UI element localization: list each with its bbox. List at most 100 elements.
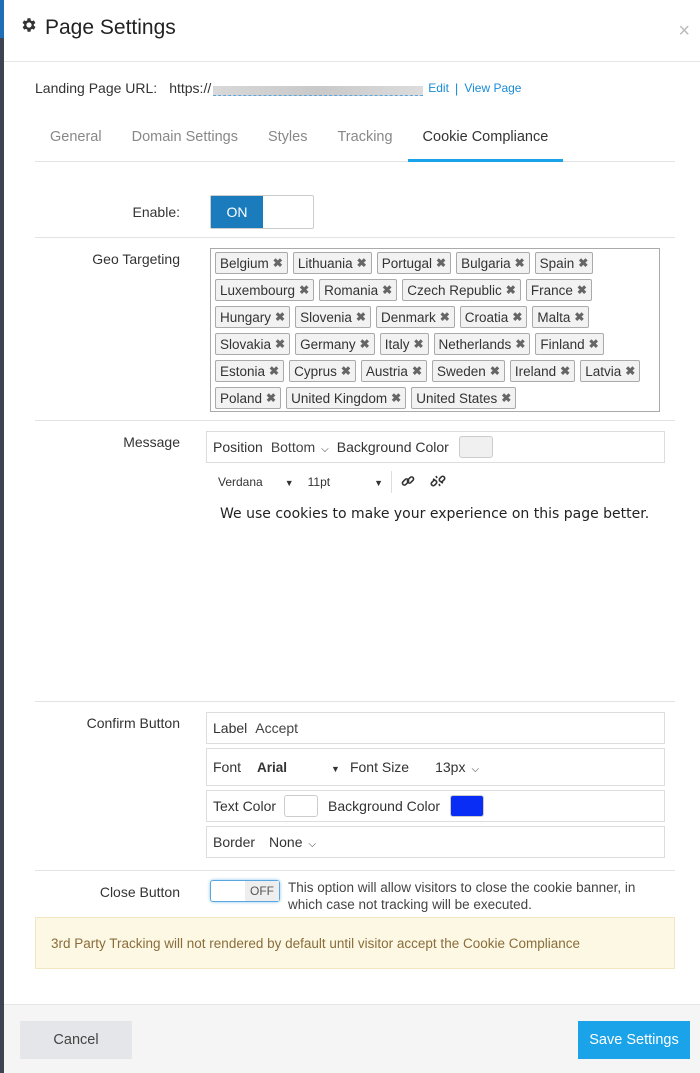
tag-row: Poland ✖ United Kingdom ✖ United States ✖ (215, 387, 655, 409)
tag-row: Luxembourg ✖ Romania ✖ Czech Republic ✖ Fra… (215, 279, 655, 301)
country-tag: United Kingdom ✖ (286, 387, 407, 409)
tab-cookie-compliance[interactable]: Cookie Compliance (407, 118, 564, 162)
save-settings-button[interactable]: Save Settings (578, 1021, 690, 1059)
confirm-bg-color-swatch[interactable] (450, 795, 485, 817)
remove-tag-icon[interactable]: ✖ (440, 310, 450, 324)
remove-tag-icon[interactable]: ✖ (357, 256, 367, 270)
chevron-down-icon: ⌵ (321, 444, 329, 455)
country-tag-label: Estonia (220, 363, 266, 379)
remove-tag-icon[interactable]: ✖ (341, 364, 351, 378)
modal-title: Page Settings (20, 16, 176, 40)
remove-tag-icon[interactable]: ✖ (382, 283, 392, 297)
view-page-link[interactable]: View Page (464, 81, 521, 95)
confirm-text-color-swatch[interactable] (284, 795, 319, 817)
edit-url-link[interactable]: Edit (428, 81, 449, 95)
country-tag-label: Germany (300, 336, 356, 352)
country-tag: Croatia ✖ (459, 306, 528, 328)
confirm-border-select[interactable]: None ⌵ (269, 834, 316, 850)
country-tag: Denmark ✖ (375, 306, 455, 328)
country-tag: Slovakia ✖ (215, 333, 291, 355)
link-icon[interactable] (400, 473, 416, 492)
url-link-separator: | (454, 80, 459, 96)
landing-url-redacted (213, 86, 424, 96)
remove-tag-icon[interactable]: ✖ (560, 364, 570, 378)
country-tag-label: Portugal (381, 255, 433, 271)
remove-tag-icon[interactable]: ✖ (299, 283, 309, 297)
remove-tag-icon[interactable]: ✖ (506, 283, 516, 297)
divider (35, 237, 675, 238)
tab-styles[interactable]: Styles (253, 118, 323, 162)
remove-tag-icon[interactable]: ✖ (578, 256, 588, 270)
confirm-label-row: Label Accept (206, 712, 665, 744)
font-family-select[interactable]: Verdana ▼ (218, 475, 294, 489)
country-tag: Malta ✖ (532, 306, 590, 328)
country-tag: Sweden ✖ (432, 360, 505, 382)
country-tag-label: Poland (220, 390, 263, 406)
font-family-value: Verdana (218, 475, 263, 489)
page-settings-modal: Page Settings × Landing Page URL: https:… (4, 0, 700, 1073)
tag-row: Belgium ✖ Lithuania ✖ Portugal ✖ Bulgaria ✖ … (215, 252, 655, 274)
remove-tag-icon[interactable]: ✖ (269, 364, 279, 378)
close-button-description: This option will allow visitors to close… (288, 880, 636, 912)
tab-domain-settings[interactable]: Domain Settings (117, 118, 253, 162)
confirm-font-size-select[interactable]: 13px ⌵ (435, 759, 479, 775)
confirm-font-select[interactable]: Arial ▼ (257, 760, 340, 775)
remove-tag-icon[interactable]: ✖ (577, 283, 587, 297)
remove-tag-icon[interactable]: ✖ (515, 256, 525, 270)
country-tag-label: France (530, 282, 573, 298)
country-tag-label: Spain (539, 255, 575, 271)
confirm-font-value: Arial (257, 759, 288, 775)
remove-tag-icon[interactable]: ✖ (360, 337, 370, 351)
message-text-editor[interactable]: We use cookies to make your experience o… (220, 506, 649, 522)
tab-general[interactable]: General (35, 118, 117, 162)
remove-tag-icon[interactable]: ✖ (275, 310, 285, 324)
remove-tag-icon[interactable]: ✖ (501, 391, 511, 405)
geo-targeting-select[interactable]: Belgium ✖ Lithuania ✖ Portugal ✖ Bulgaria ✖ … (210, 248, 660, 412)
message-bg-color-swatch[interactable] (458, 436, 493, 458)
country-tag: Slovenia ✖ (295, 306, 371, 328)
country-tag: Belgium ✖ (215, 252, 288, 274)
remove-tag-icon[interactable]: ✖ (273, 256, 283, 270)
chevron-down-icon: ⌵ (471, 764, 480, 775)
country-tag: Romania ✖ (319, 279, 398, 301)
enable-toggle[interactable]: ON (210, 195, 314, 229)
landing-url-row: Landing Page URL: https:// Edit | View P… (35, 80, 521, 96)
tag-row: Slovakia ✖ Germany ✖ Italy ✖ Netherlands ✖ F… (215, 333, 655, 355)
confirm-bg-color-label: Background Color (328, 798, 441, 814)
country-tag: Lithuania ✖ (292, 252, 372, 274)
cancel-button[interactable]: Cancel (20, 1021, 132, 1059)
confirm-label-input[interactable]: Accept (255, 720, 298, 736)
country-tag-label: United Kingdom (291, 390, 388, 406)
remove-tag-icon[interactable]: ✖ (515, 337, 525, 351)
remove-tag-icon[interactable]: ✖ (574, 310, 584, 324)
remove-tag-icon[interactable]: ✖ (625, 364, 635, 378)
remove-tag-icon[interactable]: ✖ (512, 310, 522, 324)
confirm-border-row: Border None ⌵ (206, 826, 665, 858)
remove-tag-icon[interactable]: ✖ (589, 337, 599, 351)
unlink-icon[interactable] (430, 473, 446, 492)
close-icon[interactable]: × (678, 20, 690, 43)
country-tag: Czech Republic ✖ (402, 279, 521, 301)
remove-tag-icon[interactable]: ✖ (391, 391, 401, 405)
landing-url-label: Landing Page URL: (35, 80, 158, 96)
font-size-value: 11pt (307, 475, 331, 489)
close-button-toggle[interactable]: OFF (210, 880, 280, 902)
remove-tag-icon[interactable]: ✖ (413, 337, 423, 351)
country-tag: Finland ✖ (535, 333, 604, 355)
remove-tag-icon[interactable]: ✖ (436, 256, 446, 270)
remove-tag-icon[interactable]: ✖ (356, 310, 366, 324)
font-size-select[interactable]: 11pt ▼ (308, 475, 383, 489)
caret-down-icon: ▼ (284, 478, 294, 488)
remove-tag-icon[interactable]: ✖ (266, 391, 276, 405)
remove-tag-icon[interactable]: ✖ (412, 364, 422, 378)
tab-tracking[interactable]: Tracking (322, 118, 407, 162)
enable-toggle-on: ON (211, 196, 263, 228)
confirm-label-label: Label (213, 720, 248, 736)
toolbar-separator (391, 471, 393, 493)
remove-tag-icon[interactable]: ✖ (490, 364, 500, 378)
tag-row: Hungary ✖ Slovenia ✖ Denmark ✖ Croatia ✖ Mal… (215, 306, 655, 328)
remove-tag-icon[interactable]: ✖ (275, 337, 285, 351)
position-select[interactable]: Bottom ⌵ (271, 439, 329, 455)
country-tag-label: Finland (540, 336, 585, 352)
editor-toolbar: Verdana ▼ 11pt ▼ (218, 470, 446, 494)
